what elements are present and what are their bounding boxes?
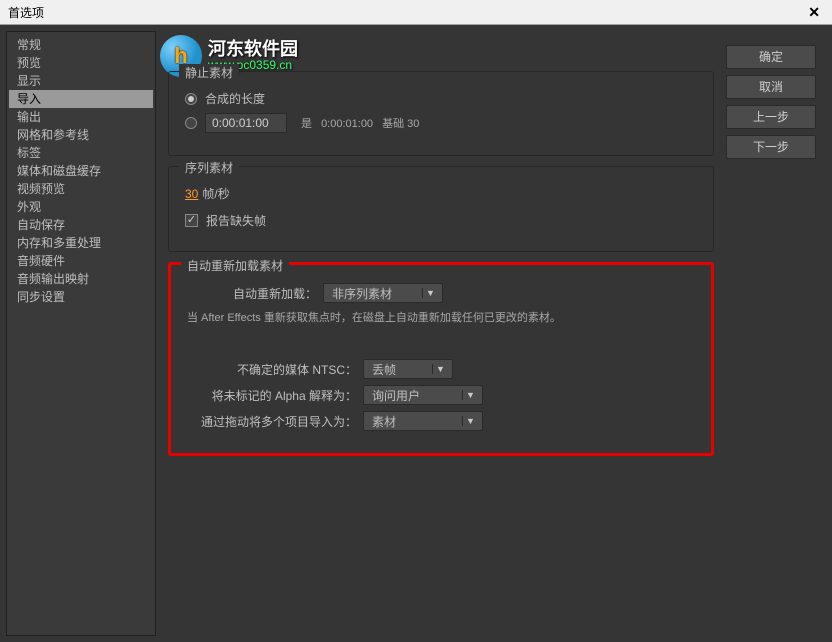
sidebar-item-import[interactable]: 导入 [9, 90, 153, 108]
sidebar-item-video-preview[interactable]: 视频预览 [9, 180, 153, 198]
report-missing-checkbox[interactable]: ✓ [185, 214, 198, 227]
duration-input[interactable]: 0:00:01:00 [205, 113, 287, 133]
drag-select[interactable]: 素材 ▼ [363, 411, 483, 431]
autoreload-legend: 自动重新加载素材 [181, 257, 289, 274]
sidebar-item-output[interactable]: 输出 [9, 108, 153, 126]
fps-value[interactable]: 30 [185, 187, 198, 201]
base-label: 基础 30 [382, 118, 419, 130]
window-title: 首选项 [8, 4, 44, 21]
drag-label: 通过拖动将多个项目导入为： [187, 413, 357, 430]
ok-button[interactable]: 确定 [726, 45, 816, 69]
sidebar-item-memory[interactable]: 内存和多重处理 [9, 234, 153, 252]
ntsc-label: 不确定的媒体 NTSC： [187, 361, 357, 378]
chevron-down-icon: ▼ [462, 390, 478, 400]
sidebar-item-appearance[interactable]: 外观 [9, 198, 153, 216]
chevron-down-icon: ▼ [432, 364, 448, 374]
sidebar-item-display[interactable]: 显示 [9, 72, 153, 90]
report-missing-label: 报告缺失帧 [206, 212, 266, 229]
radio-custom-duration[interactable] [185, 117, 197, 129]
sidebar-item-labels[interactable]: 标签 [9, 144, 153, 162]
autoreload-label: 自动重新加载： [187, 285, 317, 302]
sidebar-item-autosave[interactable]: 自动保存 [9, 216, 153, 234]
radio-comp-length[interactable] [185, 93, 197, 105]
close-button[interactable]: ✕ [800, 2, 828, 23]
autoreload-note: 当 After Effects 重新获取焦点时，在磁盘上自动重新加载任何已更改的… [187, 309, 561, 325]
sidebar-item-general[interactable]: 常规 [9, 36, 153, 54]
alpha-select[interactable]: 询问用户 ▼ [363, 385, 483, 405]
chevron-down-icon: ▼ [422, 288, 438, 298]
cancel-button[interactable]: 取消 [726, 75, 816, 99]
chevron-down-icon: ▼ [462, 416, 478, 426]
sidebar: 常规 预览 显示 导入 输出 网格和参考线 标签 媒体和磁盘缓存 视频预览 外观… [6, 31, 156, 636]
autoreload-select[interactable]: 非序列素材 ▼ [323, 283, 443, 303]
prev-button[interactable]: 上一步 [726, 105, 816, 129]
fps-unit: 帧/秒 [202, 185, 229, 202]
sidebar-item-sync[interactable]: 同步设置 [9, 288, 153, 306]
sidebar-item-grids[interactable]: 网格和参考线 [9, 126, 153, 144]
sidebar-item-audio-out[interactable]: 音频输出映射 [9, 270, 153, 288]
alpha-label: 将未标记的 Alpha 解释为： [187, 387, 357, 404]
ntsc-select[interactable]: 丢帧 ▼ [363, 359, 453, 379]
still-legend: 静止素材 [179, 64, 239, 81]
is-label: 是 [301, 118, 312, 130]
sidebar-item-media-cache[interactable]: 媒体和磁盘缓存 [9, 162, 153, 180]
watermark-brand: 河东软件园 [208, 40, 298, 60]
sidebar-item-audio-hw[interactable]: 音频硬件 [9, 252, 153, 270]
sequence-legend: 序列素材 [179, 159, 239, 176]
is-value: 0:00:01:00 [321, 118, 373, 130]
comp-length-label: 合成的长度 [205, 90, 265, 107]
next-button[interactable]: 下一步 [726, 135, 816, 159]
sidebar-item-preview[interactable]: 预览 [9, 54, 153, 72]
